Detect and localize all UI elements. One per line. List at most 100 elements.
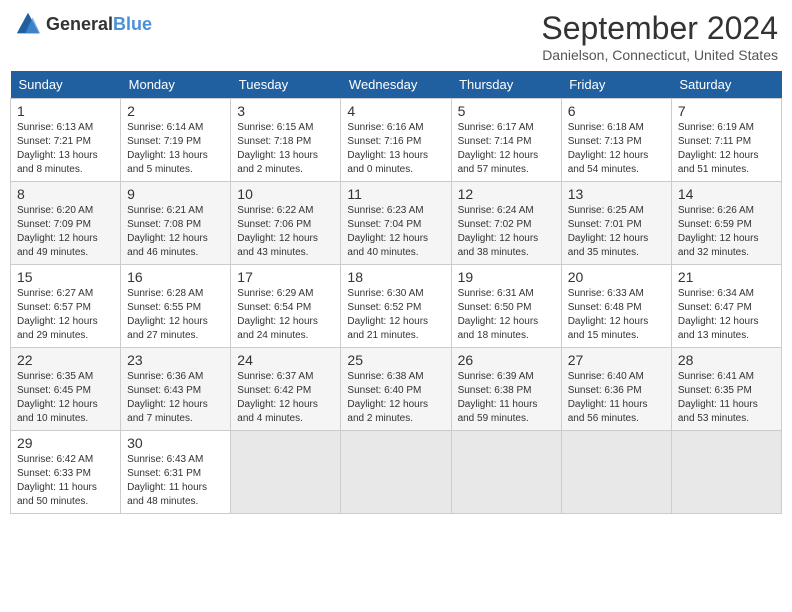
day-info: Sunrise: 6:27 AM Sunset: 6:57 PM Dayligh… <box>17 287 114 343</box>
column-header-thursday: Thursday <box>451 71 561 99</box>
calendar-cell: 12 Sunrise: 6:24 AM Sunset: 7:02 PM Dayl… <box>451 182 561 265</box>
week-row-2: 8 Sunrise: 6:20 AM Sunset: 7:09 PM Dayli… <box>11 182 782 265</box>
day-number: 10 <box>237 186 334 202</box>
day-info: Sunrise: 6:13 AM Sunset: 7:21 PM Dayligh… <box>17 121 114 177</box>
calendar-cell <box>341 431 451 514</box>
day-info: Sunrise: 6:23 AM Sunset: 7:04 PM Dayligh… <box>347 204 444 260</box>
day-info: Sunrise: 6:15 AM Sunset: 7:18 PM Dayligh… <box>237 121 334 177</box>
day-number: 16 <box>127 269 224 285</box>
calendar-cell: 19 Sunrise: 6:31 AM Sunset: 6:50 PM Dayl… <box>451 265 561 348</box>
calendar-cell: 27 Sunrise: 6:40 AM Sunset: 6:36 PM Dayl… <box>561 348 671 431</box>
calendar-cell: 2 Sunrise: 6:14 AM Sunset: 7:19 PM Dayli… <box>121 99 231 182</box>
day-info: Sunrise: 6:18 AM Sunset: 7:13 PM Dayligh… <box>568 121 665 177</box>
day-number: 21 <box>678 269 775 285</box>
calendar-cell: 22 Sunrise: 6:35 AM Sunset: 6:45 PM Dayl… <box>11 348 121 431</box>
calendar-cell: 10 Sunrise: 6:22 AM Sunset: 7:06 PM Dayl… <box>231 182 341 265</box>
day-info: Sunrise: 6:41 AM Sunset: 6:35 PM Dayligh… <box>678 370 775 426</box>
calendar-cell: 9 Sunrise: 6:21 AM Sunset: 7:08 PM Dayli… <box>121 182 231 265</box>
calendar-cell <box>231 431 341 514</box>
day-info: Sunrise: 6:31 AM Sunset: 6:50 PM Dayligh… <box>458 287 555 343</box>
day-number: 15 <box>17 269 114 285</box>
day-info: Sunrise: 6:36 AM Sunset: 6:43 PM Dayligh… <box>127 370 224 426</box>
calendar-cell: 28 Sunrise: 6:41 AM Sunset: 6:35 PM Dayl… <box>671 348 781 431</box>
logo: GeneralBlue <box>14 10 152 38</box>
calendar-cell <box>561 431 671 514</box>
logo-general-text: General <box>46 14 113 34</box>
day-number: 1 <box>17 103 114 119</box>
calendar-cell: 24 Sunrise: 6:37 AM Sunset: 6:42 PM Dayl… <box>231 348 341 431</box>
calendar-cell: 13 Sunrise: 6:25 AM Sunset: 7:01 PM Dayl… <box>561 182 671 265</box>
day-info: Sunrise: 6:40 AM Sunset: 6:36 PM Dayligh… <box>568 370 665 426</box>
day-number: 8 <box>17 186 114 202</box>
calendar-cell: 16 Sunrise: 6:28 AM Sunset: 6:55 PM Dayl… <box>121 265 231 348</box>
day-number: 13 <box>568 186 665 202</box>
column-header-wednesday: Wednesday <box>341 71 451 99</box>
day-info: Sunrise: 6:42 AM Sunset: 6:33 PM Dayligh… <box>17 453 114 509</box>
day-number: 20 <box>568 269 665 285</box>
day-info: Sunrise: 6:14 AM Sunset: 7:19 PM Dayligh… <box>127 121 224 177</box>
location-subtitle: Danielson, Connecticut, United States <box>541 47 778 63</box>
calendar-cell: 15 Sunrise: 6:27 AM Sunset: 6:57 PM Dayl… <box>11 265 121 348</box>
day-number: 28 <box>678 352 775 368</box>
day-number: 17 <box>237 269 334 285</box>
calendar-header-row: SundayMondayTuesdayWednesdayThursdayFrid… <box>11 71 782 99</box>
calendar-cell: 5 Sunrise: 6:17 AM Sunset: 7:14 PM Dayli… <box>451 99 561 182</box>
calendar-table: SundayMondayTuesdayWednesdayThursdayFrid… <box>10 71 782 514</box>
calendar-cell: 3 Sunrise: 6:15 AM Sunset: 7:18 PM Dayli… <box>231 99 341 182</box>
day-number: 29 <box>17 435 114 451</box>
calendar-cell: 11 Sunrise: 6:23 AM Sunset: 7:04 PM Dayl… <box>341 182 451 265</box>
day-info: Sunrise: 6:29 AM Sunset: 6:54 PM Dayligh… <box>237 287 334 343</box>
week-row-4: 22 Sunrise: 6:35 AM Sunset: 6:45 PM Dayl… <box>11 348 782 431</box>
calendar-cell: 21 Sunrise: 6:34 AM Sunset: 6:47 PM Dayl… <box>671 265 781 348</box>
calendar-cell: 8 Sunrise: 6:20 AM Sunset: 7:09 PM Dayli… <box>11 182 121 265</box>
calendar-cell <box>671 431 781 514</box>
calendar-cell: 20 Sunrise: 6:33 AM Sunset: 6:48 PM Dayl… <box>561 265 671 348</box>
calendar-cell: 1 Sunrise: 6:13 AM Sunset: 7:21 PM Dayli… <box>11 99 121 182</box>
calendar-cell: 26 Sunrise: 6:39 AM Sunset: 6:38 PM Dayl… <box>451 348 561 431</box>
day-info: Sunrise: 6:21 AM Sunset: 7:08 PM Dayligh… <box>127 204 224 260</box>
day-info: Sunrise: 6:30 AM Sunset: 6:52 PM Dayligh… <box>347 287 444 343</box>
day-number: 9 <box>127 186 224 202</box>
calendar-cell <box>451 431 561 514</box>
day-info: Sunrise: 6:34 AM Sunset: 6:47 PM Dayligh… <box>678 287 775 343</box>
day-number: 14 <box>678 186 775 202</box>
calendar-cell: 14 Sunrise: 6:26 AM Sunset: 6:59 PM Dayl… <box>671 182 781 265</box>
day-info: Sunrise: 6:19 AM Sunset: 7:11 PM Dayligh… <box>678 121 775 177</box>
day-number: 25 <box>347 352 444 368</box>
calendar-cell: 23 Sunrise: 6:36 AM Sunset: 6:43 PM Dayl… <box>121 348 231 431</box>
day-info: Sunrise: 6:25 AM Sunset: 7:01 PM Dayligh… <box>568 204 665 260</box>
day-info: Sunrise: 6:22 AM Sunset: 7:06 PM Dayligh… <box>237 204 334 260</box>
day-info: Sunrise: 6:35 AM Sunset: 6:45 PM Dayligh… <box>17 370 114 426</box>
calendar-cell: 7 Sunrise: 6:19 AM Sunset: 7:11 PM Dayli… <box>671 99 781 182</box>
week-row-1: 1 Sunrise: 6:13 AM Sunset: 7:21 PM Dayli… <box>11 99 782 182</box>
day-info: Sunrise: 6:39 AM Sunset: 6:38 PM Dayligh… <box>458 370 555 426</box>
calendar-cell: 18 Sunrise: 6:30 AM Sunset: 6:52 PM Dayl… <box>341 265 451 348</box>
calendar-cell: 4 Sunrise: 6:16 AM Sunset: 7:16 PM Dayli… <box>341 99 451 182</box>
column-header-tuesday: Tuesday <box>231 71 341 99</box>
day-number: 26 <box>458 352 555 368</box>
calendar-cell: 17 Sunrise: 6:29 AM Sunset: 6:54 PM Dayl… <box>231 265 341 348</box>
day-info: Sunrise: 6:33 AM Sunset: 6:48 PM Dayligh… <box>568 287 665 343</box>
logo-icon <box>14 10 42 38</box>
day-number: 30 <box>127 435 224 451</box>
day-number: 4 <box>347 103 444 119</box>
day-number: 3 <box>237 103 334 119</box>
day-info: Sunrise: 6:38 AM Sunset: 6:40 PM Dayligh… <box>347 370 444 426</box>
calendar-cell: 25 Sunrise: 6:38 AM Sunset: 6:40 PM Dayl… <box>341 348 451 431</box>
day-info: Sunrise: 6:26 AM Sunset: 6:59 PM Dayligh… <box>678 204 775 260</box>
day-info: Sunrise: 6:37 AM Sunset: 6:42 PM Dayligh… <box>237 370 334 426</box>
day-number: 11 <box>347 186 444 202</box>
month-year-title: September 2024 <box>541 10 778 47</box>
day-info: Sunrise: 6:17 AM Sunset: 7:14 PM Dayligh… <box>458 121 555 177</box>
day-number: 5 <box>458 103 555 119</box>
day-number: 24 <box>237 352 334 368</box>
week-row-5: 29 Sunrise: 6:42 AM Sunset: 6:33 PM Dayl… <box>11 431 782 514</box>
day-number: 7 <box>678 103 775 119</box>
day-number: 18 <box>347 269 444 285</box>
column-header-sunday: Sunday <box>11 71 121 99</box>
column-header-friday: Friday <box>561 71 671 99</box>
day-info: Sunrise: 6:43 AM Sunset: 6:31 PM Dayligh… <box>127 453 224 509</box>
logo-blue-text: Blue <box>113 14 152 34</box>
day-number: 12 <box>458 186 555 202</box>
day-number: 23 <box>127 352 224 368</box>
